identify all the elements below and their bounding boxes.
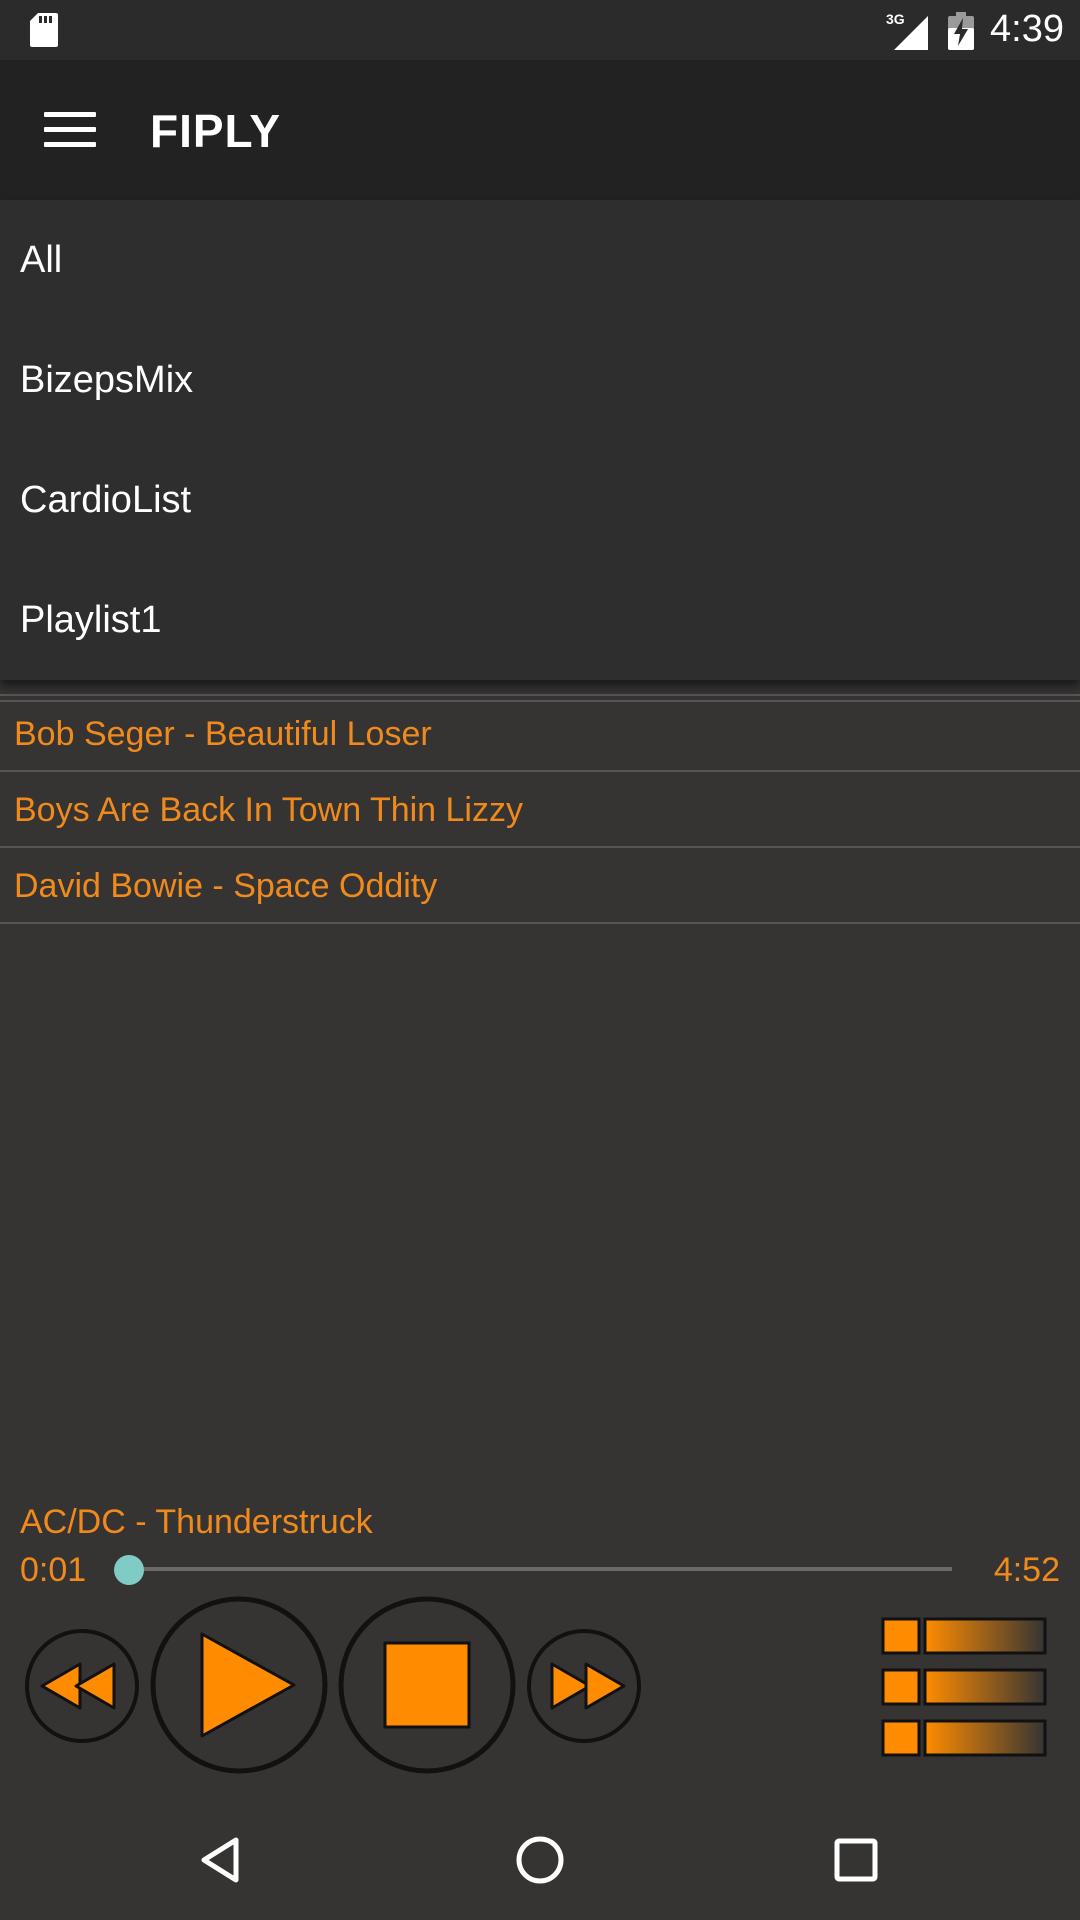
sd-card-icon (30, 13, 58, 47)
track-item[interactable]: David Bowie - Space Oddity (0, 848, 1080, 924)
equalizer-icon[interactable] (880, 1616, 1050, 1758)
play-icon (150, 1596, 328, 1774)
svg-text:3G: 3G (886, 12, 905, 27)
recents-icon[interactable] (826, 1830, 886, 1890)
home-icon[interactable] (510, 1830, 570, 1890)
menu-icon[interactable] (44, 112, 96, 148)
track-item[interactable]: Bob Seger - Beautiful Loser (0, 696, 1080, 772)
stop-icon (338, 1596, 516, 1774)
app-title: FIPLY (150, 105, 282, 157)
seek-thumb[interactable] (114, 1555, 145, 1585)
dropdown-item-all[interactable]: All (0, 200, 1080, 320)
playlist-dropdown: All BizepsMix CardioList Playlist1 (0, 200, 1080, 680)
dropdown-item-cardiolist[interactable]: CardioList (0, 440, 1080, 560)
app-bar: FIPLY (0, 60, 1080, 200)
seek-bar[interactable] (127, 1567, 952, 1571)
total-time: 4:52 (993, 1551, 1060, 1589)
fast-forward-icon (527, 1629, 641, 1743)
stop-button[interactable] (338, 1596, 516, 1774)
back-icon[interactable] (190, 1830, 250, 1890)
play-button[interactable] (150, 1596, 328, 1774)
current-time: 0:01 (20, 1551, 87, 1589)
dropdown-item-bizepsmix[interactable]: BizepsMix (0, 320, 1080, 440)
rewind-icon (25, 1629, 139, 1743)
status-clock: 4:39 (990, 8, 1064, 50)
signal-icon: 3G (886, 12, 928, 50)
fast-forward-button[interactable] (526, 1628, 642, 1744)
dropdown-item-playlist1[interactable]: Playlist1 (0, 560, 1080, 680)
now-playing-title: AC/DC - Thunderstruck (20, 1503, 373, 1541)
battery-icon (948, 12, 974, 50)
status-bar: 3G 4:39 (0, 0, 1080, 60)
rewind-button[interactable] (24, 1628, 140, 1744)
navigation-bar (0, 1800, 1080, 1920)
track-item[interactable]: Boys Are Back In Town Thin Lizzy (0, 772, 1080, 848)
